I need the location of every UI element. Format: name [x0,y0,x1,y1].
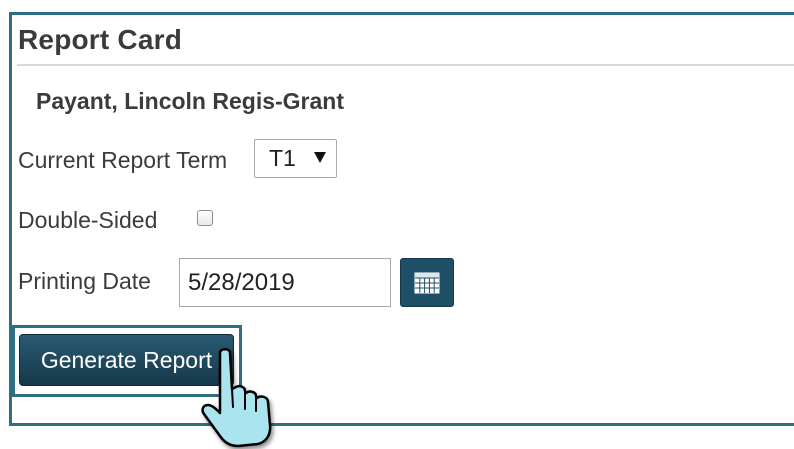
page-title: Report Card [18,24,182,55]
title-divider [17,64,794,66]
student-name: Payant, Lincoln Regis-Grant [36,88,344,114]
report-term-select[interactable]: T1 [254,139,337,178]
double-sided-label: Double-Sided [18,207,158,233]
report-term-label: Current Report Term [18,147,228,173]
pointing-hand-cursor-icon [201,348,272,448]
printing-date-input[interactable] [179,258,391,307]
printing-date-label: Printing Date [18,268,151,294]
dropdown-arrow-icon [314,152,326,163]
double-sided-checkbox[interactable] [197,210,213,226]
calendar-icon [414,272,440,293]
calendar-button[interactable] [400,258,454,307]
report-term-value: T1 [269,145,296,171]
